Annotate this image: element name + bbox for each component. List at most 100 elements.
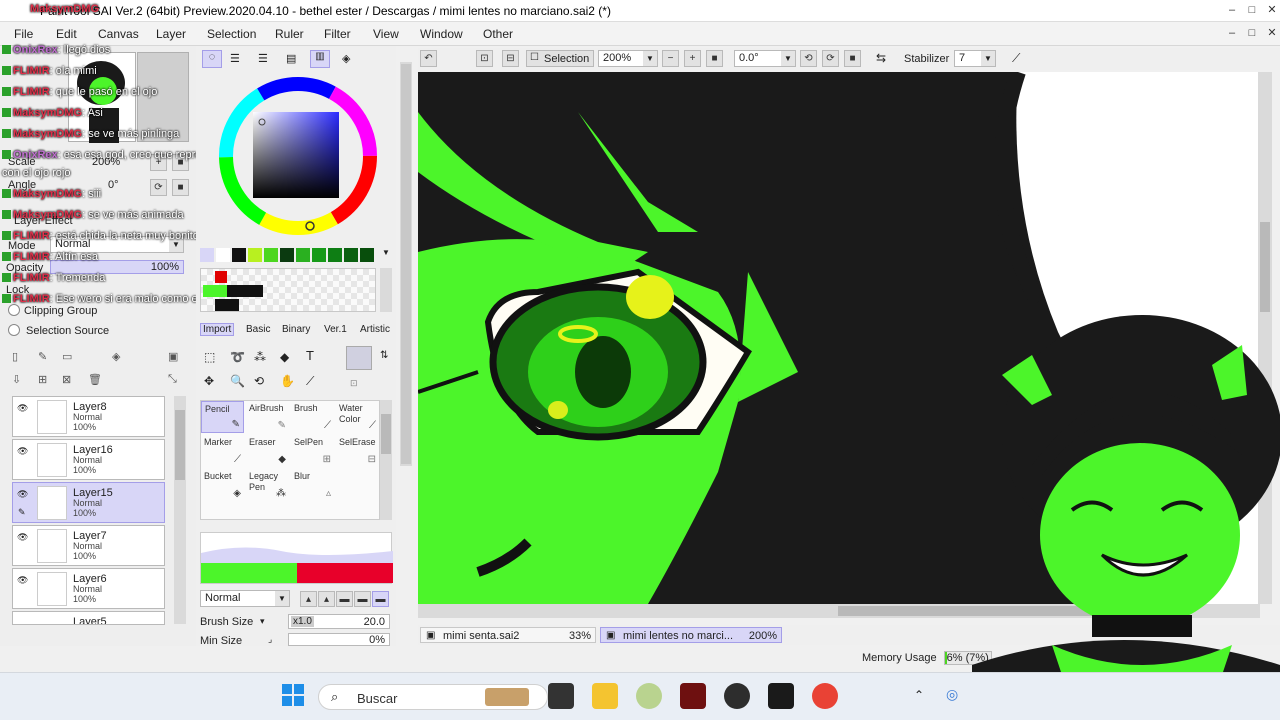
lasso-icon[interactable]: ➰ xyxy=(230,350,245,364)
tool-selerase[interactable]: SelErase ⊟ xyxy=(336,435,379,467)
stabilizer-select[interactable]: 7 ▼ xyxy=(954,50,996,67)
zoom-tool-icon[interactable]: 🔍 xyxy=(230,374,245,388)
brush-size-multiplier[interactable]: x1.0 xyxy=(291,616,314,627)
merge-down-icon[interactable]: ⊞ xyxy=(38,373,47,386)
shape-round-icon[interactable]: ▴ xyxy=(318,591,335,607)
scale-reset-button[interactable]: ■ xyxy=(172,154,189,171)
layer-mask-icon[interactable]: ◈ xyxy=(112,350,120,363)
color-wheel-tab[interactable]: ◌ xyxy=(202,50,222,68)
tab-ver1[interactable]: Ver.1 xyxy=(324,324,347,335)
tool-brush[interactable]: Brush ⟋ xyxy=(291,401,334,433)
zoom-out-button[interactable]: − xyxy=(662,50,679,67)
fill-icon[interactable]: ◆ xyxy=(280,350,289,364)
tool-pencil[interactable]: Pencil ✎ xyxy=(201,401,244,433)
clipping-group-checkbox[interactable] xyxy=(8,304,20,316)
menu-canvas[interactable]: Canvas xyxy=(98,27,139,41)
eyedropper-icon[interactable]: ⟋ xyxy=(306,374,314,389)
swap-colors-icon[interactable]: ⇅ xyxy=(380,350,388,361)
magic-wand-icon[interactable]: ⁂ xyxy=(254,350,266,364)
navigator-preview[interactable] xyxy=(137,52,189,142)
zoom-in-button[interactable]: + xyxy=(684,50,701,67)
color-wheel[interactable] xyxy=(214,74,382,242)
layer-item[interactable]: 👁 Layer6 Normal 100% xyxy=(12,568,165,609)
tool-airbrush[interactable]: AirBrush ✎ xyxy=(246,401,289,433)
layer-item[interactable]: 👁 Layer8 Normal 100% xyxy=(12,396,165,437)
menu-filter[interactable]: Filter xyxy=(324,27,351,41)
chevron-down-icon[interactable]: ▼ xyxy=(382,248,390,257)
brush-blend-select[interactable]: Normal ▼ xyxy=(200,590,290,607)
rotate-reset-button[interactable]: ■ xyxy=(844,50,861,67)
transparent-color-icon[interactable]: ⊡ xyxy=(350,378,358,389)
navigator-thumbnail[interactable] xyxy=(68,52,136,143)
menu-window[interactable]: Window xyxy=(420,27,463,41)
clear-layer-icon[interactable]: ⊠ xyxy=(62,373,71,386)
selection-source-checkbox[interactable] xyxy=(8,324,20,336)
minimize-button[interactable]: – xyxy=(1224,3,1240,19)
menu-edit[interactable]: Edit xyxy=(56,27,77,41)
chevron-up-icon[interactable]: ⌃ xyxy=(914,688,924,702)
undo-button[interactable]: ↶ xyxy=(420,50,437,67)
layer-item[interactable]: Layer5 xyxy=(12,611,165,625)
chevron-down-icon[interactable]: ▾ xyxy=(260,616,265,627)
obs-icon[interactable] xyxy=(724,683,750,709)
zoom-reset-button[interactable]: ■ xyxy=(706,50,723,67)
tab-import[interactable]: Import xyxy=(200,323,235,336)
app-icon-1[interactable] xyxy=(636,683,662,709)
swatch-scrollbar[interactable] xyxy=(380,268,392,312)
eye-icon[interactable]: 👁 xyxy=(17,532,29,542)
scroll-thumb[interactable] xyxy=(381,414,391,454)
shape-flat-icon[interactable]: ▬ xyxy=(336,591,353,607)
tool-selpen[interactable]: SelPen ⊞ xyxy=(291,435,334,467)
layer-effect-label[interactable]: Layer Effect xyxy=(14,215,73,227)
tools-scrollbar[interactable] xyxy=(380,400,392,520)
angle-reset-button[interactable]: ■ xyxy=(172,179,189,196)
pen-pressure-icon[interactable]: ⟋ xyxy=(1012,51,1020,66)
user-color-tab[interactable]: ◈ xyxy=(342,52,350,65)
chrome-icon[interactable] xyxy=(812,683,838,709)
blend-mode-select[interactable]: Normal ▼ xyxy=(50,236,184,253)
eye-icon[interactable]: 👁 xyxy=(17,575,29,585)
move-icon[interactable]: ✥ xyxy=(204,374,214,388)
min-size-slider[interactable]: 0% xyxy=(288,633,390,646)
layer-item[interactable]: 👁 Layer7 Normal 100% xyxy=(12,525,165,566)
angle-rotate-button[interactable]: ⟳ xyxy=(150,179,167,196)
flip-icon[interactable]: ⇆ xyxy=(876,51,886,65)
tool-marker[interactable]: Marker ⟋ xyxy=(201,435,244,467)
doc-restore-button[interactable]: □ xyxy=(1244,26,1260,42)
shape-soft-icon[interactable]: ▬ xyxy=(354,591,371,607)
color-swatch-row[interactable] xyxy=(200,248,376,262)
opacity-slider[interactable]: 100% xyxy=(50,260,184,274)
swatch-grid[interactable] xyxy=(200,268,376,312)
scale-up-button[interactable]: + xyxy=(150,154,167,171)
scroll-thumb[interactable] xyxy=(175,410,185,480)
layer-item[interactable]: 👁 Layer16 Normal 100% xyxy=(12,439,165,480)
paint-tool-sai-icon[interactable] xyxy=(768,683,794,709)
layers-scrollbar[interactable] xyxy=(174,396,186,624)
doc-tab-active[interactable]: ▣ mimi lentes no marci... 200% xyxy=(600,627,782,643)
menu-file[interactable]: File xyxy=(14,27,33,41)
tab-artistic[interactable]: Artistic xyxy=(360,324,390,335)
doc-tab[interactable]: ▣ mimi senta.sai2 33% xyxy=(420,627,596,643)
swatch-tab[interactable]: ▤ xyxy=(286,52,296,65)
rotation-select[interactable]: 0.0° ▼ xyxy=(734,50,796,67)
transfer-down-icon[interactable]: ⇩ xyxy=(12,373,21,386)
tool-bucket[interactable]: Bucket ◈ xyxy=(201,469,244,501)
menu-layer[interactable]: Layer xyxy=(156,27,186,41)
hsv-slider-tab[interactable]: ☰ xyxy=(258,52,268,65)
selection-toggle[interactable]: ☐ Selection xyxy=(526,50,594,67)
menu-selection[interactable]: Selection xyxy=(207,27,256,41)
hand-icon[interactable]: ✋ xyxy=(280,374,295,388)
eye-icon[interactable]: 👁 xyxy=(17,403,29,413)
layer-settings-icon[interactable]: ▣ xyxy=(168,350,178,363)
task-view-icon[interactable] xyxy=(548,683,574,709)
menu-other[interactable]: Other xyxy=(483,27,513,41)
rgb-slider-tab[interactable]: ☰ xyxy=(230,52,240,65)
rotate-right-button[interactable]: ⟳ xyxy=(822,50,839,67)
tool-watercolor[interactable]: Water Color ⟋ xyxy=(336,401,379,433)
eye-icon[interactable]: 👁 xyxy=(17,446,29,456)
brush-size-slider[interactable]: x1.0 20.0 xyxy=(288,614,390,629)
shape-sharp-icon[interactable]: ▴ xyxy=(300,591,317,607)
scratchpad-tab[interactable]: ▥ xyxy=(310,50,330,68)
invert-selection-button[interactable]: ⊟ xyxy=(502,50,519,67)
rotate-left-button[interactable]: ⟲ xyxy=(800,50,817,67)
